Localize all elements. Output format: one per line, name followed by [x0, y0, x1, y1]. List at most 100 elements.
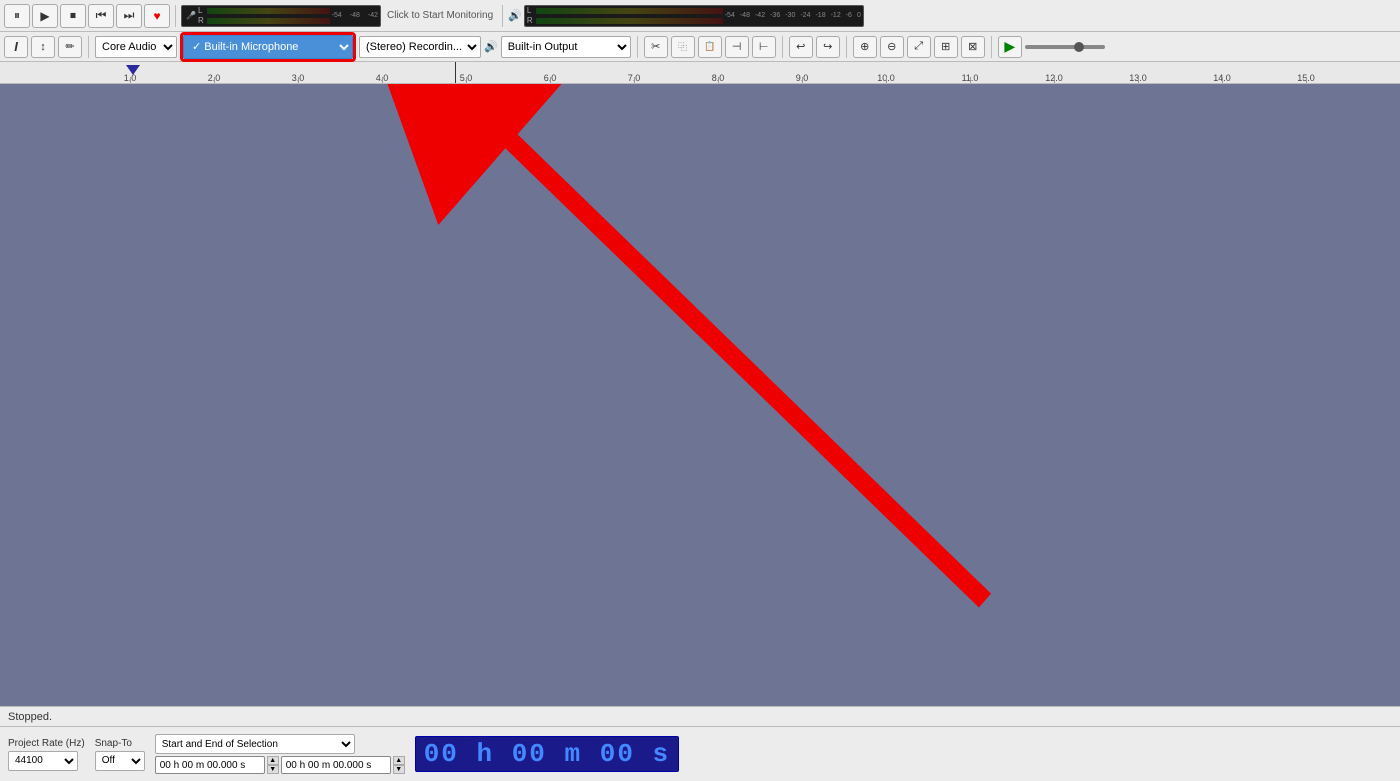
trim-button[interactable]: ⊣ — [725, 36, 749, 58]
input-meter-R-label: R — [198, 16, 206, 25]
out-tick-24: -24 — [800, 12, 810, 19]
snap-to-box: Snap-To Off — [95, 738, 145, 771]
out-tick-12: -12 — [831, 12, 841, 19]
input-tick-42: -42 — [368, 12, 378, 19]
input-tick-54: -54 — [332, 12, 342, 19]
ruler-line-6.0 — [550, 77, 551, 83]
ruler-line-9.0 — [802, 77, 803, 83]
time-display-value: 00 h 00 m 00 s — [424, 739, 670, 769]
separator-2 — [502, 5, 503, 27]
output-meter: L R -54 -48 -42 -36 -30 -24 -18 -12 -6 0 — [524, 5, 864, 27]
ruler-line-8.0 — [718, 77, 719, 83]
play-green-button[interactable]: ▶ — [998, 36, 1022, 58]
ruler-line-10.0 — [886, 77, 887, 83]
copy-button[interactable]: ⿻ — [671, 36, 695, 58]
ruler-line-13.0 — [1138, 77, 1139, 83]
selection-end-value: 00 h 00 m 00.000 s — [286, 760, 372, 771]
ruler-line-3.0 — [298, 77, 299, 83]
ruler-line-5.0 — [466, 77, 467, 83]
sel-end-up[interactable]: ▲ — [393, 756, 405, 765]
out-tick-36: -36 — [770, 12, 780, 19]
cut-button[interactable]: ✂ — [644, 36, 668, 58]
separator-1 — [175, 5, 176, 27]
snap-to-select[interactable]: Off — [95, 751, 145, 771]
zoom-out-button[interactable]: ⊖ — [880, 36, 904, 58]
sel-end-down[interactable]: ▼ — [393, 765, 405, 774]
output-device-select[interactable]: Built-in Output — [501, 36, 631, 58]
recording-channels-select[interactable]: (Stereo) Recordin... — [359, 36, 481, 58]
separator-5 — [782, 36, 783, 58]
out-tick-42: -42 — [755, 12, 765, 19]
timeline-ruler[interactable]: 1.02.03.04.05.06.07.08.09.010.011.012.01… — [0, 62, 1400, 84]
output-gain-slider[interactable] — [1025, 45, 1105, 49]
out-tick-48: -48 — [740, 12, 750, 19]
zoom-fit-button[interactable]: ⤢ — [907, 36, 931, 58]
draw-tool-button[interactable]: ✏ — [58, 36, 82, 58]
selection-start-field[interactable]: 00 h 00 m 00.000 s — [155, 756, 265, 774]
mic-dropdown-wrapper: ✓ Built-in Microphone — [180, 32, 356, 62]
output-meter-L-label: L — [527, 6, 535, 15]
out-tick-6: -6 — [846, 12, 852, 19]
output-volume-icon[interactable]: 🔊 — [484, 40, 498, 53]
selection-end-field[interactable]: 00 h 00 m 00.000 s — [281, 756, 391, 774]
zoom-in-button[interactable]: ⊕ — [853, 36, 877, 58]
ruler-line-1.0 — [130, 77, 131, 83]
ruler-line-15.0 — [1306, 77, 1307, 83]
toolbar-transport: ⏸ ▶ ⏹ ⏮ ⏭ ♥ 🎤 L R -54 -48 -42 Click to S… — [0, 0, 1400, 32]
out-tick-54: -54 — [725, 12, 735, 19]
silence-button[interactable]: ⊢ — [752, 36, 776, 58]
zoom-norm-button[interactable]: ⊠ — [961, 36, 985, 58]
select-tool-button[interactable]: ↕ — [31, 36, 55, 58]
goto-end-button[interactable]: ⏭ — [116, 4, 142, 28]
separator-7 — [991, 36, 992, 58]
microphone-select[interactable]: ✓ Built-in Microphone — [183, 35, 353, 59]
annotation-arrow — [0, 84, 1400, 706]
project-rate-box: Project Rate (Hz) 44100 — [8, 738, 85, 771]
click-monitor-label[interactable]: Click to Start Monitoring — [383, 10, 497, 21]
ruler-line-4.0 — [382, 77, 383, 83]
ruler-line-12.0 — [1054, 77, 1055, 83]
input-meter: 🎤 L R -54 -48 -42 — [181, 5, 381, 27]
paste-button[interactable]: 📋 — [698, 36, 722, 58]
selection-type-select[interactable]: Start and End of Selection — [155, 734, 355, 754]
time-display: 00 h 00 m 00 s — [415, 736, 679, 772]
playhead-line — [455, 62, 456, 83]
sel-start-up[interactable]: ▲ — [267, 756, 279, 765]
separator-3 — [88, 36, 89, 58]
out-tick-30: -30 — [785, 12, 795, 19]
undo-button[interactable]: ↩ — [789, 36, 813, 58]
selection-start-row: 00 h 00 m 00.000 s ▲ ▼ 00 h 00 m 00.000 … — [155, 756, 405, 774]
sel-start-down[interactable]: ▼ — [267, 765, 279, 774]
ruler-line-11.0 — [970, 77, 971, 83]
pause-button[interactable]: ⏸ — [4, 4, 30, 28]
cursor-tool-button[interactable]: I — [4, 36, 28, 58]
separator-4 — [637, 36, 638, 58]
separator-6 — [846, 36, 847, 58]
ruler-line-2.0 — [214, 77, 215, 83]
goto-begin-button[interactable]: ⏮ — [88, 4, 114, 28]
project-rate-label: Project Rate (Hz) — [8, 738, 85, 749]
zoom-sel-button[interactable]: ⊞ — [934, 36, 958, 58]
play-button[interactable]: ▶ — [32, 4, 58, 28]
toolbar-edit: I ↕ ✏ Core Audio ✓ Built-in Microphone (… — [0, 32, 1400, 62]
out-tick-0: 0 — [857, 12, 861, 19]
selection-box: Start and End of Selection 00 h 00 m 00.… — [155, 734, 405, 774]
input-tick-48: -48 — [350, 12, 360, 19]
snap-to-label: Snap-To — [95, 738, 132, 749]
input-meter-mic-icon: 🎤 — [186, 11, 196, 20]
redo-button[interactable]: ↪ — [816, 36, 840, 58]
output-meter-icon: 🔊 — [508, 9, 522, 22]
ruler-line-14.0 — [1222, 77, 1223, 83]
speaker-icon: 🔊 — [508, 9, 522, 22]
selection-start-value: 00 h 00 m 00.000 s — [160, 760, 246, 771]
ruler-line-7.0 — [634, 77, 635, 83]
selection-end-stepper[interactable]: ▲ ▼ — [393, 756, 405, 774]
selection-start-stepper[interactable]: ▲ ▼ — [267, 756, 279, 774]
input-meter-L-label: L — [198, 6, 206, 15]
record-button[interactable]: ♥ — [144, 4, 170, 28]
status-bar: Stopped. — [0, 706, 1400, 726]
project-rate-select[interactable]: 44100 — [8, 751, 78, 771]
stop-button[interactable]: ⏹ — [60, 4, 86, 28]
audio-host-select[interactable]: Core Audio — [95, 36, 177, 58]
main-canvas[interactable] — [0, 84, 1400, 706]
